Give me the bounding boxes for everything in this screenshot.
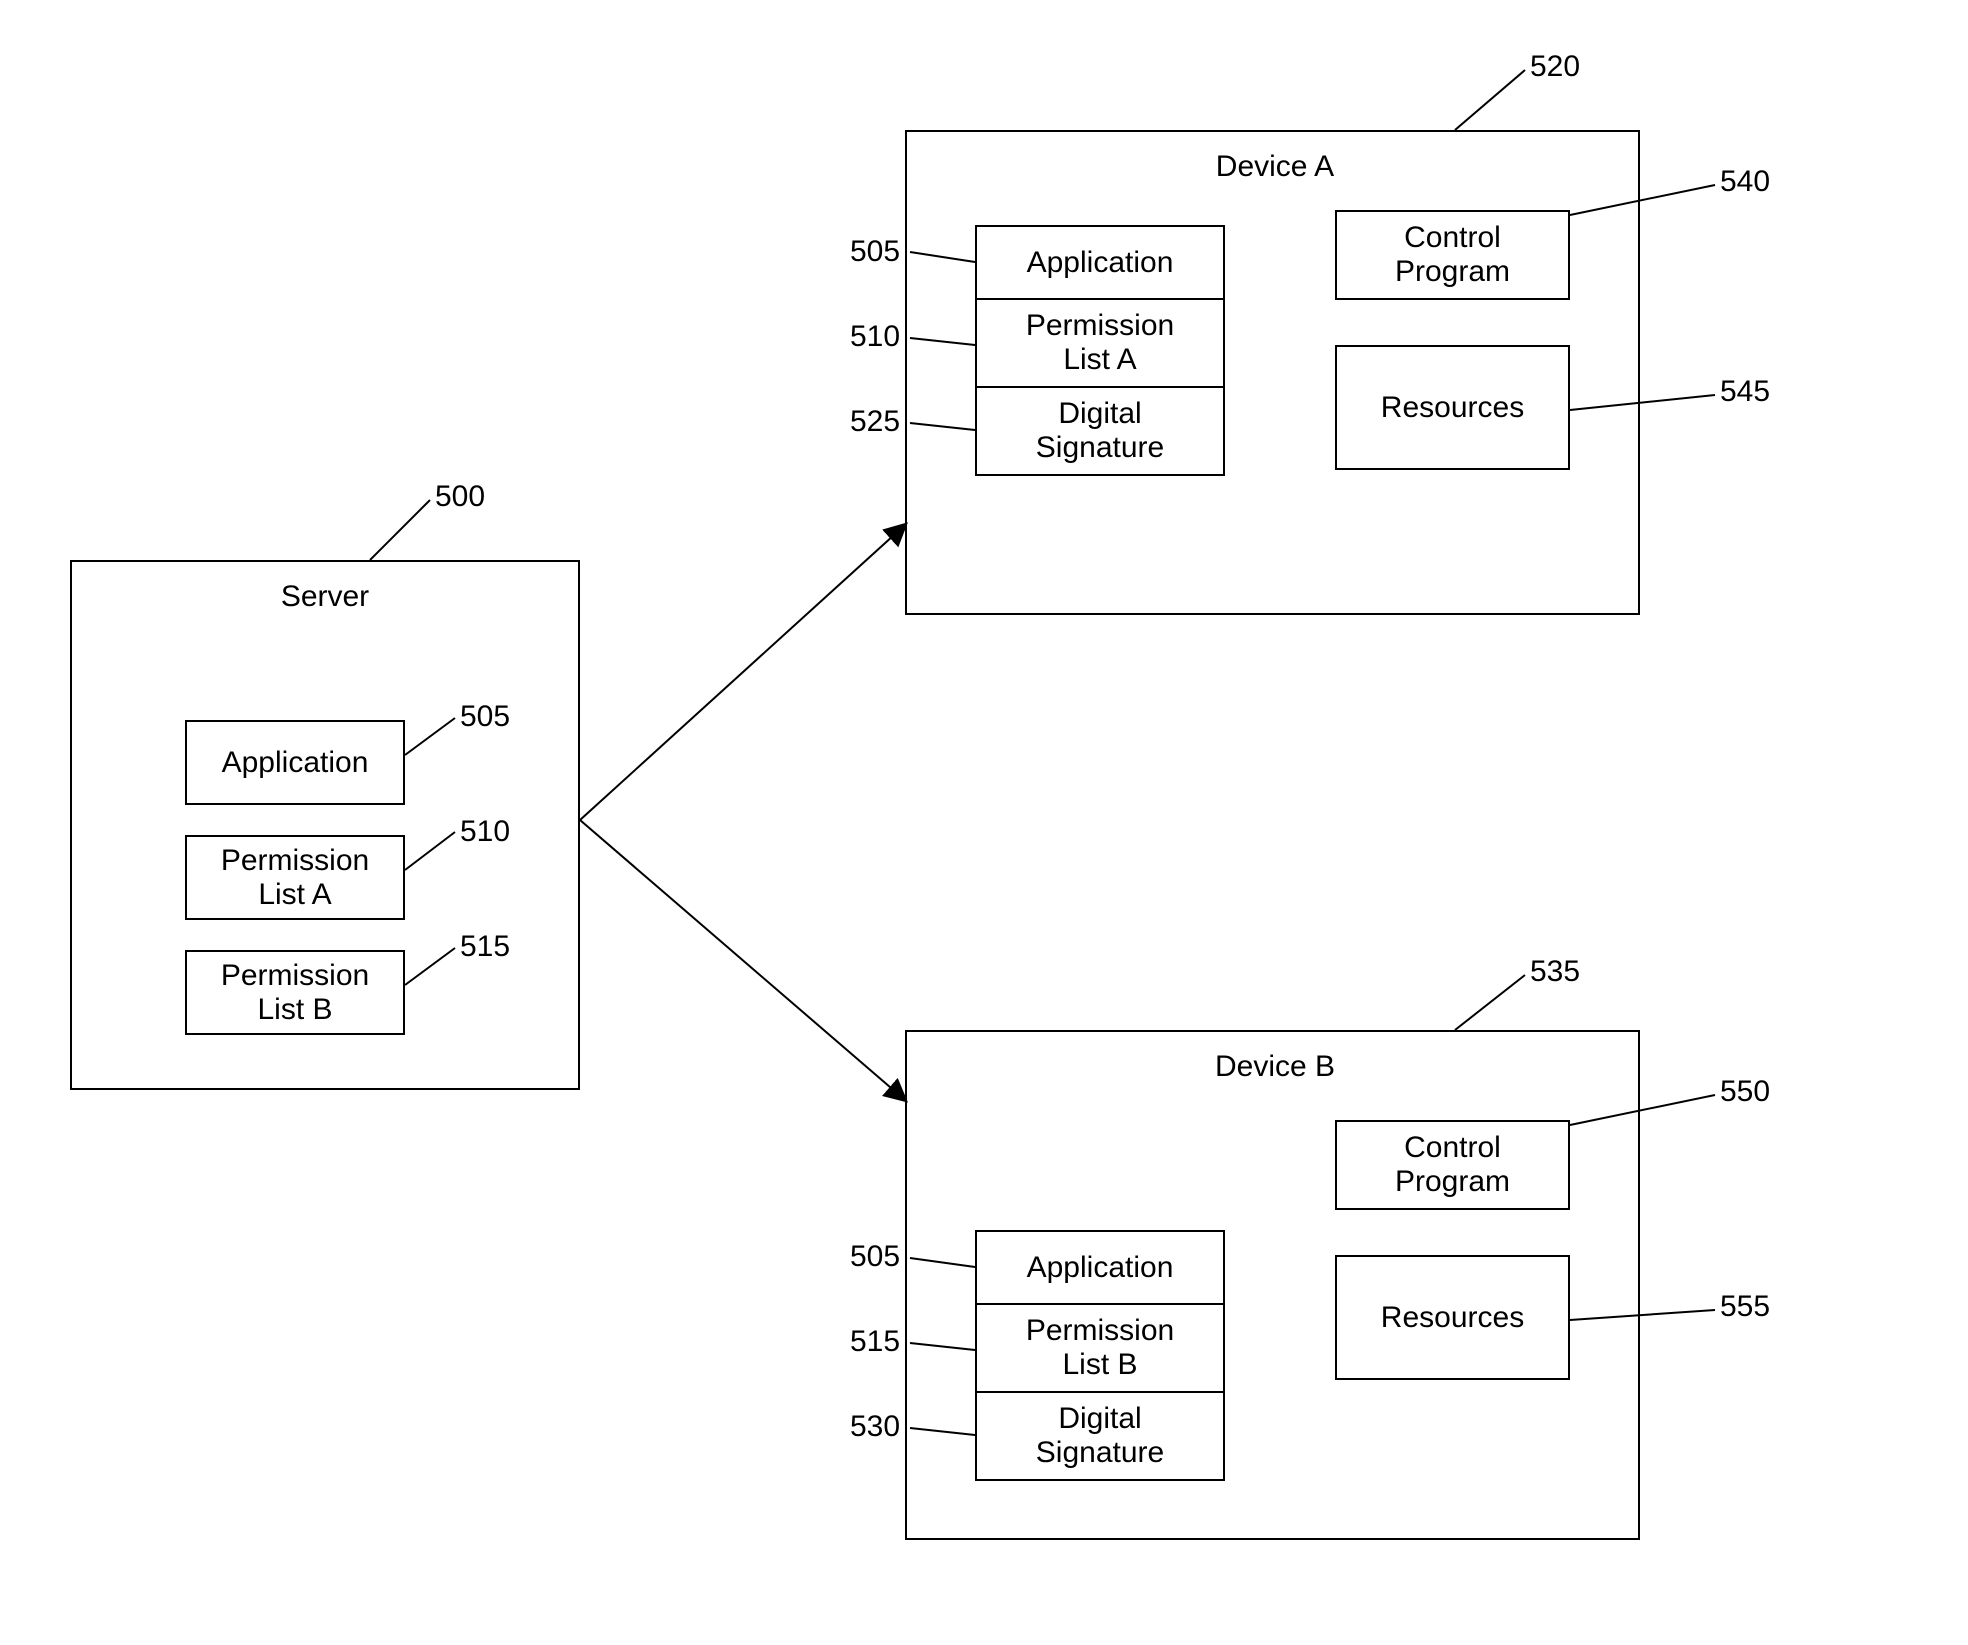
device-b-title: Device B [1175,1050,1375,1084]
device-a-digsig-box: Digital Signature [975,386,1225,476]
ref-550: 550 [1720,1075,1770,1109]
device-a-digsig-label: Digital Signature [1036,397,1164,465]
ref-555: 555 [1720,1290,1770,1324]
server-permlistb-box: Permission List B [185,950,405,1035]
device-b-resources-box: Resources [1335,1255,1570,1380]
ref-525: 525 [850,405,900,439]
ref-500: 500 [435,480,485,514]
server-permlista-box: Permission List A [185,835,405,920]
ref-530: 530 [850,1410,900,1444]
device-b-application-label: Application [1027,1251,1174,1285]
device-a-resources-box: Resources [1335,345,1570,470]
device-a-permlista-box: Permission List A [975,298,1225,388]
device-b-permlistb-label: Permission List B [1026,1314,1174,1382]
ref-515-b: 515 [850,1325,900,1359]
device-b-control-label: Control Program [1395,1131,1510,1199]
device-b-control-box: Control Program [1335,1120,1570,1210]
device-a-resources-label: Resources [1381,391,1524,425]
ref-520: 520 [1530,50,1580,84]
server-permlistb-label: Permission List B [221,959,369,1027]
device-b-application-box: Application [975,1230,1225,1305]
device-a-application-label: Application [1027,246,1174,280]
server-application-box: Application [185,720,405,805]
ref-515-server: 515 [460,930,510,964]
ref-535: 535 [1530,955,1580,989]
diagram-canvas: Server Application Permission List A Per… [0,0,1968,1645]
server-permlista-label: Permission List A [221,844,369,912]
device-b-digsig-box: Digital Signature [975,1391,1225,1481]
ref-510-a: 510 [850,320,900,354]
device-a-permlista-label: Permission List A [1026,309,1174,377]
device-a-control-box: Control Program [1335,210,1570,300]
ref-545: 545 [1720,375,1770,409]
ref-505-b: 505 [850,1240,900,1274]
device-a-title: Device A [1175,150,1375,184]
server-application-label: Application [222,746,369,780]
server-title: Server [250,580,400,614]
ref-540: 540 [1720,165,1770,199]
device-b-permlistb-box: Permission List B [975,1303,1225,1393]
ref-505-server: 505 [460,700,510,734]
device-a-application-box: Application [975,225,1225,300]
device-a-control-label: Control Program [1395,221,1510,289]
device-b-digsig-label: Digital Signature [1036,1402,1164,1470]
device-b-resources-label: Resources [1381,1301,1524,1335]
ref-505-a: 505 [850,235,900,269]
ref-510-server: 510 [460,815,510,849]
